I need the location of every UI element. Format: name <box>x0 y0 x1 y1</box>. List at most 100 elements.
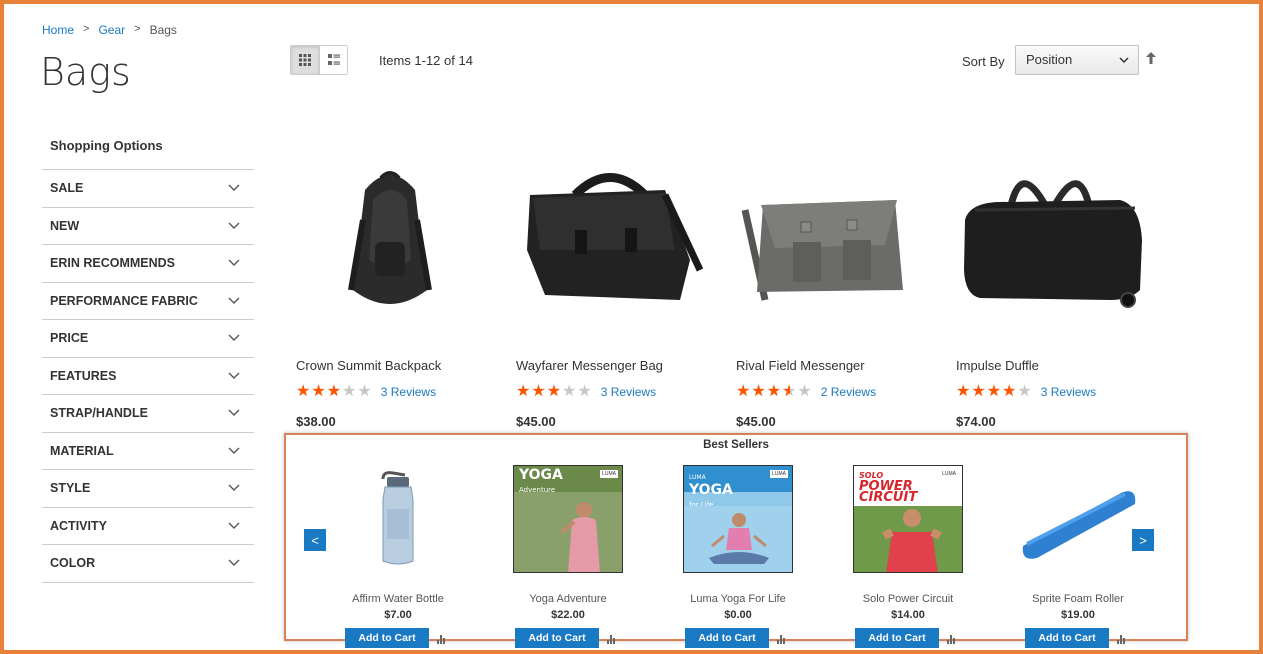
chevron-down-icon <box>228 297 240 304</box>
list-view-button[interactable] <box>319 46 347 74</box>
chevron-down-icon <box>1119 57 1129 64</box>
filter-label: FEATURES <box>50 368 117 383</box>
add-to-cart-button[interactable]: Add to Cart <box>345 628 429 648</box>
reviews-link[interactable]: 3 Reviews <box>601 385 656 399</box>
best-seller-name[interactable]: Sprite Foam Roller <box>998 593 1158 605</box>
filter-performance-fabric[interactable]: PERFORMANCE FABRIC <box>42 283 254 320</box>
breadcrumb-home-link[interactable]: Home <box>42 23 74 37</box>
sort-by-select[interactable]: Position <box>1015 45 1139 75</box>
breadcrumb-current: Bags <box>149 23 177 37</box>
best-seller-name[interactable]: Yoga Adventure <box>488 593 648 605</box>
sort-by-value: Position <box>1026 52 1073 67</box>
product-image-messenger[interactable] <box>510 130 710 340</box>
product-image-water-bottle[interactable] <box>318 459 478 579</box>
best-sellers-title: Best Sellers <box>703 439 769 451</box>
product-item: Crown Summit Backpack ★★★★★★★★★★ 3 Revie… <box>290 130 490 429</box>
page-title: Bags <box>40 50 131 94</box>
best-seller-price: $22.00 <box>551 609 585 621</box>
product-item: Wayfarer Messenger Bag ★★★★★★★★★★ 3 Revi… <box>510 130 710 429</box>
sidebar-filters: Shopping Options SALE NEW ERIN RECOMMENDS P… <box>42 134 254 583</box>
reviews-link[interactable]: 3 Reviews <box>381 385 436 399</box>
product-name-link[interactable]: Wayfarer Messenger Bag <box>516 358 663 373</box>
best-seller-item: LUMA YOGA for Life LUMA Luma Yoga For Life… <box>658 459 818 648</box>
chevron-down-icon <box>228 222 240 229</box>
add-to-cart-button[interactable]: Add to Cart <box>1025 628 1109 648</box>
product-image-solo-power-dvd[interactable]: SOLO POWER CIRCUIT LUMA <box>828 459 988 579</box>
compare-icon[interactable] <box>436 632 451 644</box>
best-seller-item: YOGA Adventure LUMA Yoga Adventure $22.00… <box>488 459 648 648</box>
chevron-down-icon <box>228 372 240 379</box>
filter-material[interactable]: MATERIAL <box>42 433 254 470</box>
add-to-cart-button[interactable]: Add to Cart <box>685 628 769 648</box>
dvd-title: YOGA <box>519 467 563 483</box>
filter-label: PERFORMANCE FABRIC <box>50 293 198 308</box>
best-seller-name[interactable]: Solo Power Circuit <box>828 593 988 605</box>
product-rating: ★★★★★★★★★★ 3 Reviews <box>956 384 1096 400</box>
filter-strap-handle[interactable]: STRAP/HANDLE <box>42 395 254 433</box>
filter-label: MATERIAL <box>50 443 114 458</box>
filter-erin-recommends[interactable]: ERIN RECOMMENDS <box>42 245 254 283</box>
compare-icon[interactable] <box>1116 632 1131 644</box>
product-name-link[interactable]: Rival Field Messenger <box>736 358 865 373</box>
filter-label: PRICE <box>50 331 89 346</box>
product-item: Rival Field Messenger ★★★★★★★★★★ 2 Revie… <box>730 130 930 429</box>
luma-logo: LUMA <box>770 470 788 478</box>
product-price: $45.00 <box>736 414 776 429</box>
product-image-field-messenger[interactable] <box>730 130 930 340</box>
best-seller-price: $7.00 <box>384 609 412 621</box>
filter-label: ERIN RECOMMENDS <box>50 256 176 271</box>
best-seller-item: Affirm Water Bottle $7.00 Add to Cart <box>318 459 478 648</box>
sort-by-label: Sort By <box>962 54 1005 69</box>
dvd-brand: LUMA <box>689 474 706 481</box>
grid-view-button[interactable] <box>291 46 319 74</box>
grid-icon <box>299 54 311 66</box>
product-price: $38.00 <box>296 414 336 429</box>
product-image-backpack[interactable] <box>290 130 490 340</box>
filter-activity[interactable]: ACTIVITY <box>42 508 254 545</box>
chevron-down-icon <box>228 522 240 529</box>
product-name-link[interactable]: Crown Summit Backpack <box>296 358 441 373</box>
chevron-down-icon <box>228 259 240 266</box>
product-rating: ★★★★★★★★★★ 2 Reviews <box>736 384 876 400</box>
filter-new[interactable]: NEW <box>42 208 254 245</box>
add-to-cart-button[interactable]: Add to Cart <box>855 628 939 648</box>
filter-style[interactable]: STYLE <box>42 470 254 508</box>
filter-price[interactable]: PRICE <box>42 320 254 358</box>
chevron-down-icon <box>228 409 240 416</box>
sort-direction-arrow-icon[interactable] <box>1145 51 1157 65</box>
product-image-duffle[interactable] <box>950 130 1150 340</box>
breadcrumb-gear-link[interactable]: Gear <box>98 23 125 37</box>
product-image-foam-roller[interactable] <box>998 459 1158 579</box>
reviews-link[interactable]: 3 Reviews <box>1041 385 1096 399</box>
dvd-title: YOGA <box>689 482 733 498</box>
rating-stars: ★★★★★★★★★★ <box>956 383 1033 400</box>
breadcrumb-separator: > <box>83 23 90 35</box>
compare-icon[interactable] <box>606 632 621 644</box>
reviews-link[interactable]: 2 Reviews <box>821 385 876 399</box>
filter-features[interactable]: FEATURES <box>42 358 254 395</box>
chevron-down-icon <box>228 484 240 491</box>
best-seller-name[interactable]: Affirm Water Bottle <box>318 593 478 605</box>
compare-icon[interactable] <box>776 632 791 644</box>
add-to-cart-button[interactable]: Add to Cart <box>515 628 599 648</box>
filter-label: STRAP/HANDLE <box>50 406 148 421</box>
best-seller-item: Sprite Foam Roller $19.00 Add to Cart <box>998 459 1158 648</box>
chevron-down-icon <box>228 559 240 566</box>
product-image-yoga-adventure-dvd[interactable]: YOGA Adventure LUMA <box>488 459 648 579</box>
best-seller-name[interactable]: Luma Yoga For Life <box>658 593 818 605</box>
breadcrumb-separator: > <box>134 23 141 35</box>
view-mode-switcher <box>290 45 348 75</box>
product-price: $74.00 <box>956 414 996 429</box>
list-icon <box>327 54 340 65</box>
product-name-link[interactable]: Impulse Duffle <box>956 358 1039 373</box>
filter-label: COLOR <box>50 556 96 571</box>
rating-stars: ★★★★★★★★★★ <box>296 383 373 400</box>
product-image-luma-yoga-dvd[interactable]: LUMA YOGA for Life LUMA <box>658 459 818 579</box>
compare-icon[interactable] <box>946 632 961 644</box>
filter-color[interactable]: COLOR <box>42 545 254 583</box>
rating-stars: ★★★★★★★★★★ <box>736 383 813 400</box>
items-count: Items 1-12 of 14 <box>379 53 473 68</box>
filter-sale[interactable]: SALE <box>42 170 254 208</box>
product-rating: ★★★★★★★★★★ 3 Reviews <box>296 384 436 400</box>
filter-label: NEW <box>50 218 80 233</box>
